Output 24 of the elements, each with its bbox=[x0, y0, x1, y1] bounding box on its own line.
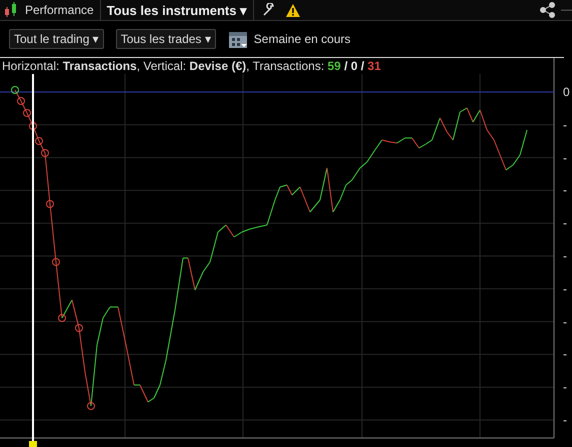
warning-icon[interactable] bbox=[286, 4, 300, 16]
axis-label: - bbox=[563, 282, 567, 295]
instrument-dropdown[interactable]: Tous les instruments ▾ bbox=[100, 2, 254, 18]
axis-label: - bbox=[563, 217, 567, 230]
axis-label: - bbox=[563, 316, 567, 328]
axis-label: - bbox=[563, 184, 567, 196]
wrench-icon[interactable] bbox=[262, 3, 276, 17]
minimize-button[interactable]: — bbox=[557, 4, 572, 16]
share-icon[interactable] bbox=[539, 2, 557, 18]
axis-label: 0 bbox=[563, 86, 570, 98]
axis-label: - bbox=[563, 414, 567, 426]
candlestick-icon bbox=[3, 2, 19, 18]
cursor-marker[interactable] bbox=[29, 441, 37, 447]
chart-legend: Horizontal: Transactions, Vertical: Devise (€), Transactions: 59 / 0 / 31 bbox=[2, 59, 381, 73]
axis-label: - bbox=[563, 250, 567, 262]
period-label: Semaine en cours bbox=[254, 32, 350, 46]
axis-label: - bbox=[563, 152, 567, 164]
filter-dropdown[interactable]: Tous les trades ▾ bbox=[116, 29, 216, 49]
panel-title: Performance bbox=[24, 3, 95, 17]
filter-dropdown[interactable]: Tout le trading ▾ bbox=[9, 29, 104, 49]
axis-label: - bbox=[563, 118, 567, 131]
calendar-icon[interactable] bbox=[228, 29, 248, 49]
axis-label: - bbox=[563, 381, 567, 394]
axis-label: - bbox=[563, 348, 567, 360]
